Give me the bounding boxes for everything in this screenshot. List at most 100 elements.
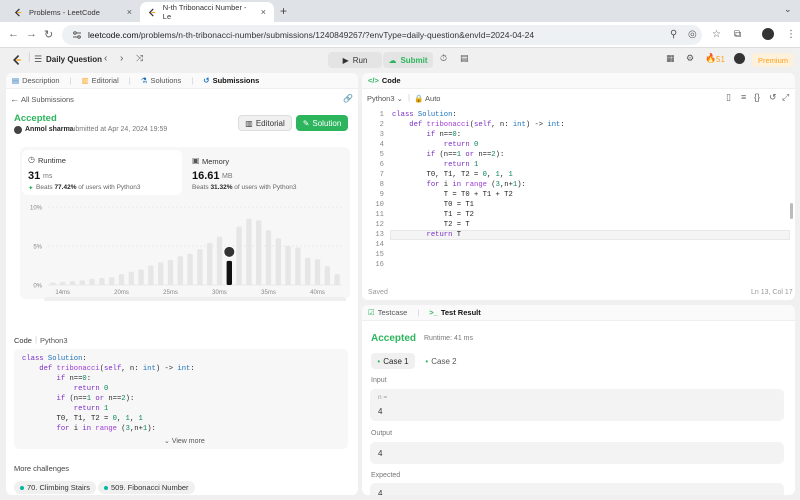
bookmark-icon[interactable]: ▯ [726, 92, 731, 103]
cursor-position: Ln 13, Col 17 [751, 289, 793, 296]
chevron-down-icon[interactable]: ⌄ [784, 4, 792, 15]
code-language: Python3 [40, 336, 68, 345]
new-tab-icon[interactable]: + [280, 4, 287, 18]
x-tick-label: 40ms [310, 290, 325, 296]
chart-bar [187, 253, 193, 285]
chart-bar [148, 265, 154, 285]
notes-icon[interactable]: ▤ [460, 53, 469, 64]
language-select[interactable]: Python3 ⌄ [367, 94, 403, 103]
share-link-icon[interactable]: 🔗 [343, 94, 353, 103]
timer-icon[interactable]: ⏱ [440, 53, 447, 64]
close-tab-icon[interactable]: × [261, 7, 266, 17]
browser-menu-icon[interactable]: ⋮ [786, 29, 796, 40]
shuffle-icon[interactable]: ⤨ [136, 53, 143, 64]
challenge-chip-climbing-stairs[interactable]: 70. Climbing Stairs [14, 481, 96, 494]
view-more-link[interactable]: ⌄ View more [164, 437, 205, 445]
x-tick-label: 25ms [163, 290, 178, 296]
play-icon: ▶ [342, 55, 349, 65]
tab-description[interactable]: ▤ Description [12, 76, 60, 85]
code-section-label: Code [14, 336, 32, 345]
highlight-bar [226, 260, 232, 285]
daily-question-link[interactable]: Daily Question [46, 55, 102, 64]
chart-bar [197, 249, 203, 285]
all-submissions-link[interactable]: All Submissions [21, 95, 74, 104]
tab-editorial[interactable]: ▥ Editorial [82, 76, 119, 85]
streak-fire-icon[interactable]: 🔥 [705, 53, 716, 64]
input-variable: n = [378, 394, 388, 401]
auto-mode-toggle[interactable]: 🔒 Auto [414, 94, 440, 103]
settings-gear-icon[interactable]: ⚙ [686, 53, 694, 64]
bookmark-star-icon[interactable]: ☆ [712, 29, 721, 40]
eye-off-icon[interactable]: ◎ [688, 29, 697, 40]
leetcode-logo-icon[interactable] [12, 54, 23, 66]
cloud-upload-icon: ☁ [388, 55, 397, 65]
output-box[interactable]: 4 [370, 442, 784, 464]
leetcode-logo-icon [14, 7, 22, 17]
chart-bar [256, 220, 262, 285]
zoom-icon[interactable]: ⚲ [670, 29, 677, 40]
runtime-label: Runtime [38, 156, 66, 165]
editorial-button[interactable]: ▥ Editorial [238, 115, 292, 131]
expected-value: 4 [378, 489, 383, 495]
tab-code[interactable]: </> Code [368, 76, 401, 85]
extensions-icon[interactable]: ⧉ [734, 29, 741, 40]
user-avatar[interactable] [734, 53, 745, 64]
history-icon: ↺ [203, 76, 210, 85]
x-tick-label: 20ms [114, 290, 129, 296]
edit-icon: ✎ [302, 118, 310, 128]
solution-button[interactable]: ✎ Solution [296, 115, 348, 131]
tab-test-result[interactable]: >_ Test Result [429, 308, 480, 317]
editor-code[interactable]: class Solution: def tribonacci(self, n: … [392, 110, 565, 240]
profile-avatar[interactable] [762, 28, 774, 40]
runtime-card[interactable]: ◷ Runtime 31 ms ✦ Beats 77.42% of users … [22, 150, 182, 195]
submitted-code-block[interactable]: class Solution: def tribonacci(self, n: … [14, 349, 348, 449]
expected-box[interactable]: 4 [370, 483, 784, 495]
chart-bar [99, 277, 105, 285]
fullscreen-icon[interactable]: ⤢ [782, 92, 789, 103]
input-label: Input [371, 377, 387, 384]
case-2-tab[interactable]: • Case 2 [422, 353, 460, 369]
tab-problems[interactable]: Problems - LeetCode × [6, 2, 140, 22]
challenge-chip-fibonacci[interactable]: 509. Fibonacci Number [98, 481, 195, 494]
chart-bar [69, 281, 76, 285]
submitter-name[interactable]: Anmol sharma [25, 126, 74, 133]
next-problem-icon[interactable]: › [120, 53, 123, 64]
problem-list-icon[interactable]: ☰ [34, 54, 42, 65]
close-tab-icon[interactable]: × [127, 7, 132, 17]
memory-card[interactable]: ▣ Memory 16.61 MB Beats 31.32% of users … [186, 151, 346, 196]
submitted-time: submitted at Apr 24, 2024 19:59 [68, 126, 168, 133]
submit-button[interactable]: ☁ Submit [383, 52, 433, 68]
runtime-unit: ms [43, 173, 53, 180]
format-icon[interactable]: ≡ [741, 92, 746, 102]
editor-header: </> Code [362, 73, 795, 89]
tab-solutions[interactable]: ⚗ Solutions [141, 76, 182, 85]
prev-problem-icon[interactable]: ‹ [104, 53, 107, 64]
run-button[interactable]: ▶ Run [328, 52, 382, 68]
case-1-tab[interactable]: • Case 1 [371, 353, 415, 369]
runtime-distribution-chart[interactable]: 10%5%0%14ms20ms25ms30ms35ms40ms14ms20ms2… [20, 199, 350, 301]
editor-scrollbar[interactable] [790, 203, 793, 219]
code-editor-panel: </> Code Python3 ⌄ | 🔒 Auto ▯ ≡ {} ↺ ⤢ 1 … [362, 73, 795, 300]
back-arrow-icon[interactable]: ← [10, 94, 19, 104]
reload-icon[interactable]: ↻ [44, 28, 53, 41]
output-value: 4 [378, 449, 383, 458]
input-box[interactable]: n = 4 [370, 389, 784, 421]
divider: | [35, 335, 38, 344]
back-icon[interactable]: ← [8, 28, 19, 40]
braces-icon[interactable]: {} [754, 92, 760, 102]
clock-icon: ◷ [28, 155, 35, 164]
chart-bar [334, 274, 340, 285]
leetcode-logo-icon [148, 8, 156, 16]
forward-icon[interactable]: → [26, 28, 37, 40]
tab-tribonacci[interactable]: N-th Tribonacci Number - Le × [140, 2, 274, 22]
reset-icon[interactable]: ↺ [769, 92, 777, 103]
tab-title: N-th Tribonacci Number - Le [162, 3, 247, 21]
premium-button[interactable]: Premium [752, 53, 794, 67]
layout-icon[interactable]: ▦ [666, 53, 675, 64]
submit-label: Submit [400, 55, 428, 65]
expected-label: Expected [371, 472, 401, 479]
site-info-icon[interactable] [72, 30, 82, 40]
tab-submissions[interactable]: ↺ Submissions [203, 76, 259, 85]
chart-bar [60, 281, 66, 285]
tab-testcase[interactable]: ☑ Testcase [368, 308, 407, 317]
